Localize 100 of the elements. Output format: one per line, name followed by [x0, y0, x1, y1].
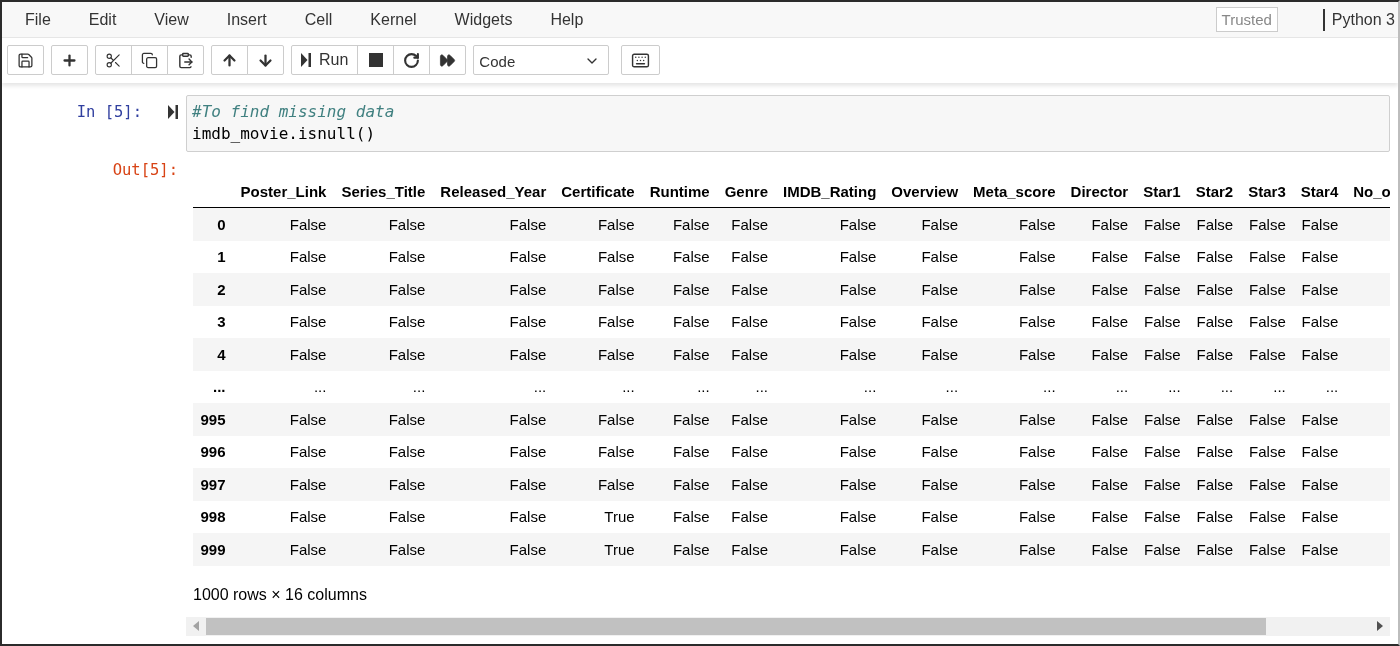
table-cell: False: [1135, 403, 1189, 436]
table-cell: False: [1240, 273, 1294, 306]
table-cell: False: [233, 240, 334, 273]
table-cell: False: [1293, 500, 1346, 533]
table-cell: False: [642, 207, 718, 241]
table-cell: False: [883, 273, 966, 306]
column-header: Series_Title: [333, 175, 433, 208]
row-index: 998: [193, 500, 234, 533]
table-cell: False: [1188, 403, 1241, 436]
table-cell: False: [333, 273, 433, 306]
table-cell: False: [333, 305, 433, 338]
table-cell: False: [717, 305, 776, 338]
menu-item[interactable]: Help: [531, 2, 603, 37]
table-cell: False: [883, 207, 966, 241]
row-index: 996: [193, 435, 234, 468]
table-cell: False: [553, 338, 643, 371]
column-header: Genre: [717, 175, 776, 208]
column-header: Certificate: [553, 175, 643, 208]
column-header: Star4: [1293, 175, 1346, 208]
move-up-button[interactable]: [211, 45, 248, 75]
scroll-right-icon[interactable]: [1377, 621, 1383, 631]
table-cell: False: [1135, 273, 1189, 306]
table-cell: ...: [432, 370, 554, 403]
kernel-name: Python 3: [1322, 8, 1395, 31]
menu-item[interactable]: Cell: [285, 2, 352, 37]
table-cell: False: [1188, 305, 1241, 338]
code-line: imdb_movie.isnull(): [192, 123, 377, 145]
table-cell: False: [553, 273, 643, 306]
table-cell: False: [1135, 468, 1189, 501]
table-cell: False: [1188, 338, 1241, 371]
scrollbar-thumb[interactable]: [206, 617, 1266, 635]
table-cell: False: [1063, 273, 1136, 306]
trusted-indicator[interactable]: Trusted: [1215, 7, 1278, 32]
table-cell: False: [233, 533, 334, 566]
clipboard-icon: [177, 51, 194, 69]
scissors-icon: [105, 51, 122, 69]
table-cell: False: [432, 273, 554, 306]
table-cell: False: [1188, 273, 1241, 306]
table-cell: False: [1240, 338, 1294, 371]
stop-button[interactable]: [357, 45, 395, 75]
table-cell: False: [1063, 533, 1136, 566]
table-cell: False: [717, 435, 776, 468]
row-index: 995: [193, 403, 234, 436]
fast-forward-icon: [439, 51, 457, 69]
column-header: Released_Year: [432, 175, 554, 208]
keyboard-button[interactable]: [621, 45, 661, 75]
table-cell: False: [1135, 338, 1189, 371]
column-header: No_o: [1345, 175, 1390, 208]
table-cell: False: [432, 533, 554, 566]
step-forward-icon[interactable]: [168, 105, 178, 119]
row-index: 4: [193, 338, 234, 371]
menu-item[interactable]: Edit: [69, 2, 136, 37]
save-button[interactable]: [7, 45, 44, 75]
row-index: 997: [193, 468, 234, 501]
table-cell: False: [1240, 533, 1294, 566]
restart-button[interactable]: [393, 45, 431, 75]
menu-item[interactable]: Kernel: [351, 2, 436, 37]
table-cell: False: [642, 338, 718, 371]
horizontal-scrollbar[interactable]: [186, 616, 1390, 636]
table-cell: False: [1135, 435, 1189, 468]
step-forward-icon: [301, 53, 311, 67]
table-cell: False: [1063, 500, 1136, 533]
cell-type-select[interactable]: Code: [473, 45, 610, 75]
menu-item[interactable]: Insert: [207, 2, 286, 37]
menu-item[interactable]: File: [6, 2, 70, 37]
run-all-button[interactable]: [429, 45, 467, 75]
table-cell: False: [432, 435, 554, 468]
table-cell: False: [333, 207, 433, 241]
table-cell: False: [1135, 500, 1189, 533]
column-header: Star3: [1240, 175, 1294, 208]
arrow-down-icon: [257, 51, 274, 69]
cut-button[interactable]: [95, 45, 132, 75]
table-cell: False: [432, 468, 554, 501]
row-index: 999: [193, 533, 234, 566]
menu-item[interactable]: View: [135, 2, 208, 37]
table-cell: False: [883, 305, 966, 338]
table-cell: False: [333, 435, 433, 468]
table-cell: False: [432, 403, 554, 436]
table-cell: False: [1135, 240, 1189, 273]
table-cell: False: [883, 500, 966, 533]
table-cell: False: [432, 207, 554, 241]
table-cell: False: [642, 403, 718, 436]
move-down-button[interactable]: [247, 45, 284, 75]
code-input[interactable]: #To find missing data imdb_movie.isnull(): [186, 95, 1390, 152]
table-cell: False: [965, 240, 1064, 273]
stop-icon: [368, 53, 383, 67]
column-header: Star1: [1135, 175, 1189, 208]
table-cell: False: [333, 338, 433, 371]
paste-button[interactable]: [167, 45, 204, 75]
menu-item[interactable]: Widgets: [435, 2, 532, 37]
table-cell: False: [1188, 500, 1241, 533]
table-cell: False: [1293, 435, 1346, 468]
table-cell: False: [1240, 207, 1294, 241]
run-button[interactable]: Run: [291, 45, 359, 75]
insert-cell-button[interactable]: [51, 45, 88, 75]
table-cell: False: [553, 468, 643, 501]
rotate-icon: [403, 51, 421, 69]
table-cell: False: [642, 273, 718, 306]
table-cell: ...: [883, 370, 966, 403]
copy-button[interactable]: [131, 45, 168, 75]
